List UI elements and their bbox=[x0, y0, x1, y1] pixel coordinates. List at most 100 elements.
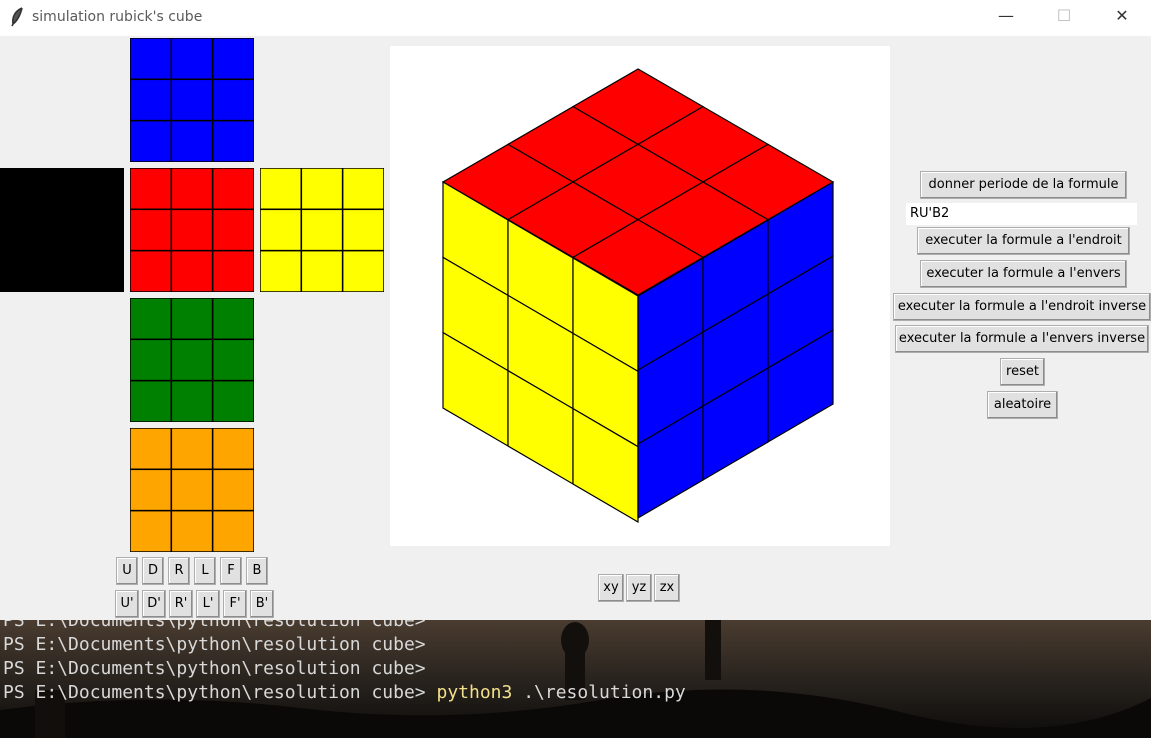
move-button[interactable]: B bbox=[246, 557, 268, 585]
window-title: simulation rubick's cube bbox=[32, 9, 203, 25]
exec-forward-inverse-button[interactable]: executer la formule a l'endroit inverse bbox=[893, 293, 1151, 321]
facelet bbox=[170, 468, 214, 512]
face-grid bbox=[130, 38, 254, 162]
terminal-line: PS E:\Documents\python\resolution cube> bbox=[3, 658, 426, 679]
feather-icon bbox=[10, 7, 24, 31]
formula-input[interactable]: RU'B2 bbox=[906, 203, 1137, 225]
facelet bbox=[81, 249, 124, 292]
facelet bbox=[211, 379, 254, 422]
move-button[interactable]: F bbox=[220, 557, 242, 585]
facelet bbox=[211, 208, 254, 252]
view-button-xy[interactable]: xy bbox=[598, 574, 624, 602]
facelet bbox=[300, 208, 344, 252]
facelet bbox=[211, 509, 254, 552]
face-grid bbox=[130, 298, 254, 422]
facelet bbox=[130, 298, 173, 341]
face-grid bbox=[0, 168, 124, 292]
facelet bbox=[81, 168, 124, 211]
facelet bbox=[170, 338, 214, 382]
facelet bbox=[130, 168, 173, 211]
maximize-button[interactable]: ☐ bbox=[1041, 0, 1087, 32]
facelet bbox=[0, 208, 43, 252]
facelet bbox=[130, 379, 173, 422]
facelet bbox=[130, 119, 173, 162]
facelet bbox=[211, 428, 254, 471]
exec-backward-button[interactable]: executer la formule a l'envers bbox=[920, 260, 1127, 288]
terminal-line: PS E:\Documents\python\resolution cube> bbox=[3, 634, 426, 655]
facelet bbox=[170, 298, 214, 341]
view-button-zx[interactable]: zx bbox=[654, 574, 680, 602]
terminal-command: python3 bbox=[436, 682, 513, 703]
close-icon: ✕ bbox=[1115, 6, 1129, 25]
face-grid bbox=[130, 428, 254, 552]
facelet bbox=[40, 168, 84, 211]
isometric-cube bbox=[441, 68, 835, 524]
move-button[interactable]: R' bbox=[169, 590, 193, 618]
maximize-icon: ☐ bbox=[1056, 6, 1072, 25]
move-button[interactable]: U bbox=[116, 557, 138, 585]
terminal-prompt: PS E:\Documents\python\resolution cube> bbox=[3, 682, 426, 703]
facelet bbox=[81, 208, 124, 252]
facelet bbox=[130, 428, 173, 471]
facelet bbox=[260, 208, 303, 252]
facelet bbox=[130, 509, 173, 552]
reset-button[interactable]: reset bbox=[1000, 358, 1045, 386]
move-button[interactable]: L bbox=[194, 557, 216, 585]
net-face-up bbox=[130, 38, 254, 162]
move-button[interactable]: D bbox=[142, 557, 164, 585]
terminal-command-arg: .\resolution.py bbox=[523, 682, 686, 703]
facelet bbox=[341, 208, 384, 252]
period-button[interactable]: donner periode de la formule bbox=[920, 171, 1127, 199]
facelet bbox=[211, 249, 254, 292]
net-face-left bbox=[0, 168, 124, 292]
exec-forward-button[interactable]: executer la formule a l'endroit bbox=[917, 227, 1130, 255]
move-button[interactable]: D' bbox=[142, 590, 166, 618]
facelet bbox=[170, 509, 214, 552]
facelet bbox=[0, 168, 43, 211]
net-face-back bbox=[130, 428, 254, 552]
facelet bbox=[300, 168, 344, 211]
exec-backward-inverse-button[interactable]: executer la formule a l'envers inverse bbox=[895, 325, 1149, 353]
random-button[interactable]: aleatoire bbox=[987, 391, 1058, 419]
facelet bbox=[300, 249, 344, 292]
facelet bbox=[170, 428, 214, 471]
view-button-yz[interactable]: yz bbox=[626, 574, 652, 602]
facelet bbox=[130, 338, 173, 382]
facelet bbox=[130, 208, 173, 252]
facelet bbox=[211, 468, 254, 512]
facelet bbox=[211, 168, 254, 211]
terminal-line: PS E:\Documents\python\resolution cube> bbox=[3, 620, 426, 631]
facelet bbox=[130, 78, 173, 122]
cube-3d-canvas[interactable] bbox=[390, 46, 890, 546]
terminal-command-line[interactable]: PS E:\Documents\python\resolution cube> … bbox=[3, 682, 686, 703]
facelet bbox=[130, 38, 173, 81]
facelet bbox=[260, 168, 303, 211]
facelet bbox=[211, 38, 254, 81]
face-grid bbox=[260, 168, 384, 292]
facelet bbox=[170, 249, 214, 292]
face-grid bbox=[130, 168, 254, 292]
title-bar: simulation rubick's cube — ☐ ✕ bbox=[0, 0, 1151, 36]
facelet bbox=[40, 249, 84, 292]
minimize-button[interactable]: — bbox=[983, 0, 1029, 32]
net-face-front bbox=[130, 168, 254, 292]
net-face-down bbox=[130, 298, 254, 422]
move-button[interactable]: F' bbox=[223, 590, 247, 618]
close-button[interactable]: ✕ bbox=[1099, 0, 1145, 32]
move-button[interactable]: U' bbox=[115, 590, 139, 618]
facelet bbox=[170, 119, 214, 162]
facelet bbox=[211, 78, 254, 122]
facelet bbox=[130, 468, 173, 512]
facelet bbox=[170, 208, 214, 252]
facelet bbox=[211, 338, 254, 382]
move-button[interactable]: B' bbox=[250, 590, 274, 618]
facelet bbox=[211, 298, 254, 341]
app-client-area: donner periode de la formule RU'B2 execu… bbox=[0, 36, 1151, 620]
terminal-panel: PS E:\Documents\python\resolution cube> … bbox=[0, 620, 1151, 738]
facelet bbox=[40, 208, 84, 252]
facelet bbox=[0, 249, 43, 292]
facelet bbox=[170, 379, 214, 422]
move-button[interactable]: L' bbox=[196, 590, 220, 618]
facelet bbox=[211, 119, 254, 162]
move-button[interactable]: R bbox=[168, 557, 190, 585]
